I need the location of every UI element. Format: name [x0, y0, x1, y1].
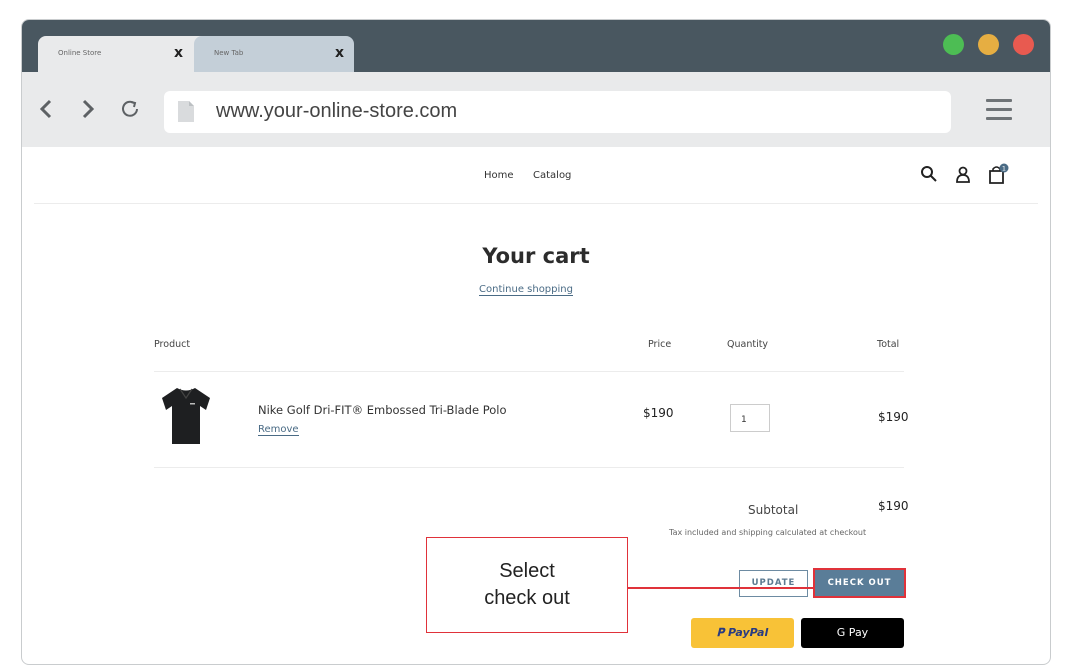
tab-label: New Tab	[214, 49, 244, 57]
menu-icon[interactable]	[986, 99, 1012, 126]
forward-icon[interactable]	[81, 99, 95, 119]
store-page: Home Catalog 1 Your cart Continue shoppi…	[22, 147, 1050, 664]
checkout-button[interactable]: CHECK OUT	[813, 568, 906, 598]
maximize-dot[interactable]	[943, 34, 964, 55]
cart-icon[interactable]: 1	[987, 163, 1009, 185]
header-total: Total	[877, 339, 900, 350]
browser-window: Online Store x New Tab x www.your-online…	[21, 19, 1051, 665]
quantity-input[interactable]: 1	[730, 404, 770, 432]
header-quantity: Quantity	[727, 339, 769, 350]
instruction-callout: Select check out	[426, 537, 628, 633]
file-icon	[178, 101, 194, 122]
tab-new-tab[interactable]: New Tab x	[194, 36, 354, 72]
title-bar: Online Store x New Tab x	[22, 20, 1050, 72]
callout-line-1: Select	[499, 560, 555, 582]
search-icon[interactable]	[920, 165, 938, 183]
product-image[interactable]	[160, 386, 212, 446]
address-bar-area: www.your-online-store.com	[22, 72, 1050, 147]
divider	[154, 467, 904, 468]
divider	[154, 371, 904, 372]
remove-link[interactable]: Remove	[258, 424, 299, 436]
subtotal-label: Subtotal	[748, 503, 799, 517]
close-tab-icon[interactable]: x	[174, 45, 183, 61]
callout-connector	[628, 587, 814, 589]
account-icon[interactable]	[954, 165, 972, 183]
tab-online-store[interactable]: Online Store x	[38, 36, 213, 72]
product-name[interactable]: Nike Golf Dri-FIT® Embossed Tri-Blade Po…	[258, 403, 507, 417]
url-text: www.your-online-store.com	[216, 100, 458, 122]
site-header: Home Catalog 1	[34, 147, 1038, 204]
cart-count-badge: 1	[1002, 165, 1006, 173]
item-price: $190	[643, 406, 674, 420]
continue-shopping-link[interactable]: Continue shopping	[479, 284, 573, 296]
item-total: $190	[878, 410, 909, 424]
minimize-dot[interactable]	[978, 34, 999, 55]
nav-catalog[interactable]: Catalog	[533, 170, 571, 181]
close-tab-icon[interactable]: x	[335, 45, 344, 61]
google-pay-button[interactable]: G Pay	[801, 618, 904, 648]
back-icon[interactable]	[39, 99, 53, 119]
paypal-label: PayPal	[728, 626, 769, 639]
reload-icon[interactable]	[119, 98, 141, 120]
page-title: Your cart	[482, 244, 590, 268]
paypal-icon: 𝐏	[716, 626, 729, 639]
url-field[interactable]: www.your-online-store.com	[164, 91, 951, 133]
subtotal-value: $190	[878, 499, 909, 513]
header-price: Price	[648, 339, 672, 350]
paypal-button[interactable]: 𝐏 PayPal	[691, 618, 794, 648]
header-product: Product	[154, 339, 191, 350]
callout-line-2: check out	[484, 587, 570, 609]
close-window-dot[interactable]	[1013, 34, 1034, 55]
tab-label: Online Store	[58, 49, 102, 57]
tax-note: Tax included and shipping calculated at …	[669, 528, 867, 537]
update-button[interactable]: UPDATE	[739, 570, 808, 597]
nav-home[interactable]: Home	[484, 170, 514, 181]
